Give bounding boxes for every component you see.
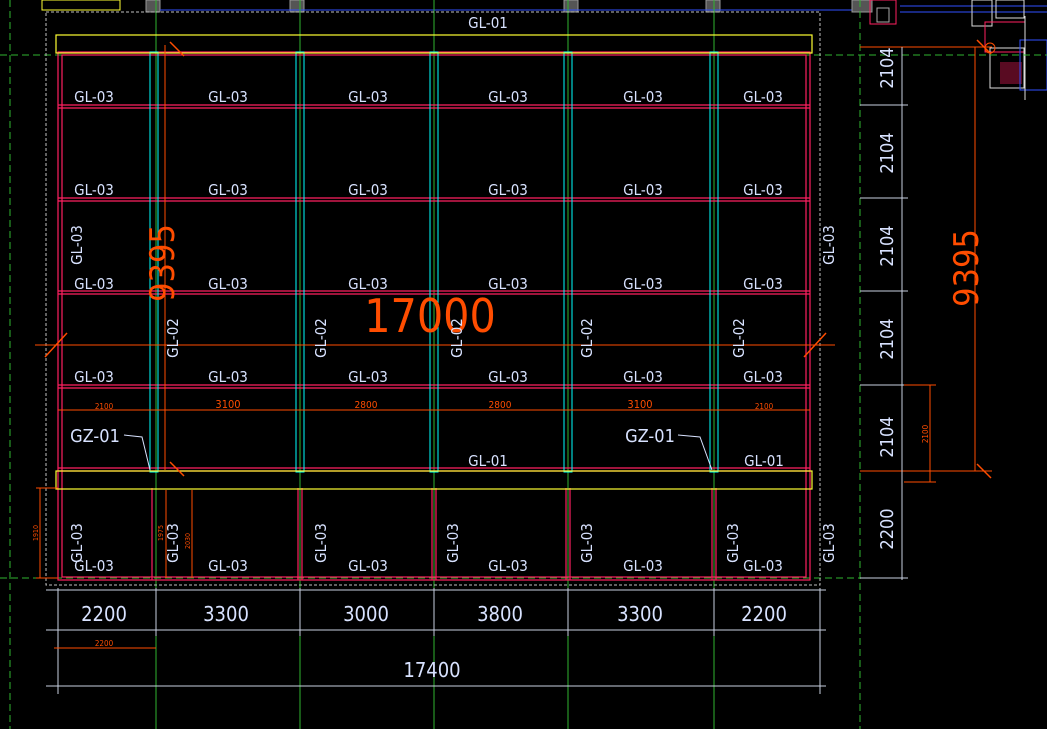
dim-9395-right: 9395 bbox=[947, 229, 987, 307]
right-row-dims: 2104 2104 2104 2104 2104 2200 2100 bbox=[860, 47, 936, 580]
svg-text:GL-03: GL-03 bbox=[488, 88, 528, 106]
svg-text:2100: 2100 bbox=[755, 402, 774, 411]
gz01-left: GZ-01 bbox=[70, 426, 151, 471]
svg-text:2800: 2800 bbox=[489, 400, 512, 411]
svg-text:GL-03: GL-03 bbox=[208, 557, 248, 575]
svg-text:1975: 1975 bbox=[157, 525, 165, 541]
svg-text:GL-03: GL-03 bbox=[348, 368, 388, 386]
bottom-bay-dims: 2200 3300 3000 3800 3300 2200 2200 17400 bbox=[46, 588, 826, 694]
svg-text:GL-03: GL-03 bbox=[348, 88, 388, 106]
svg-text:GL-03: GL-03 bbox=[623, 275, 663, 293]
svg-text:2104: 2104 bbox=[877, 225, 898, 266]
dim-9395-left: 9395 bbox=[143, 224, 183, 302]
svg-text:2200: 2200 bbox=[95, 639, 114, 648]
svg-text:GL-03: GL-03 bbox=[348, 557, 388, 575]
svg-text:GL-03: GL-03 bbox=[488, 368, 528, 386]
svg-text:GL-03: GL-03 bbox=[348, 181, 388, 199]
svg-text:GL-03: GL-03 bbox=[74, 368, 114, 386]
svg-text:GL-03: GL-03 bbox=[623, 557, 663, 575]
svg-text:GL-02: GL-02 bbox=[730, 318, 748, 358]
svg-text:GL-03: GL-03 bbox=[488, 557, 528, 575]
big-dim-17000: 17000 bbox=[364, 289, 496, 343]
svg-text:GL-03: GL-03 bbox=[68, 225, 86, 265]
svg-text:GL-03: GL-03 bbox=[68, 523, 86, 563]
svg-text:GL-02: GL-02 bbox=[164, 318, 182, 358]
svg-text:GL-03: GL-03 bbox=[312, 523, 330, 563]
svg-text:GL-03: GL-03 bbox=[724, 523, 742, 563]
svg-text:GL-02: GL-02 bbox=[312, 318, 330, 358]
svg-text:GL-03: GL-03 bbox=[208, 181, 248, 199]
svg-text:GL-03: GL-03 bbox=[743, 181, 783, 199]
svg-text:GL-03: GL-03 bbox=[488, 275, 528, 293]
svg-text:GL-03: GL-03 bbox=[820, 523, 838, 563]
svg-text:GL-03: GL-03 bbox=[208, 368, 248, 386]
svg-text:GL-03: GL-03 bbox=[74, 181, 114, 199]
svg-text:1910: 1910 bbox=[32, 525, 40, 541]
svg-text:GZ-01: GZ-01 bbox=[70, 426, 120, 447]
svg-text:GL-02: GL-02 bbox=[448, 318, 466, 358]
svg-text:2800: 2800 bbox=[355, 400, 378, 411]
drawing-canvas[interactable]: 17000 9395 9395 GL-01 GL-01 GL-01 GL-03 G… bbox=[0, 0, 1047, 729]
gl03-vertical-labels: GL-03 GL-03 GL-03 GL-03 GL-03 GL-03 GL-0… bbox=[68, 225, 838, 563]
svg-text:GL-03: GL-03 bbox=[623, 368, 663, 386]
grid-lines bbox=[0, 0, 1047, 729]
svg-text:GL-03: GL-03 bbox=[208, 275, 248, 293]
svg-text:2100: 2100 bbox=[95, 402, 114, 411]
svg-text:GL-03: GL-03 bbox=[578, 523, 596, 563]
svg-text:2104: 2104 bbox=[877, 416, 898, 457]
svg-text:2200: 2200 bbox=[877, 508, 898, 549]
svg-text:GL-03: GL-03 bbox=[348, 275, 388, 293]
label-gl01-bottom-right: GL-01 bbox=[744, 452, 784, 470]
svg-text:GL-03: GL-03 bbox=[743, 368, 783, 386]
svg-text:GL-03: GL-03 bbox=[164, 523, 182, 563]
svg-text:GL-03: GL-03 bbox=[74, 88, 114, 106]
gz01-right: GZ-01 bbox=[625, 426, 713, 471]
svg-text:GL-03: GL-03 bbox=[820, 225, 838, 265]
svg-text:GL-03: GL-03 bbox=[444, 523, 462, 563]
svg-text:3000: 3000 bbox=[343, 602, 389, 626]
svg-text:3800: 3800 bbox=[477, 602, 523, 626]
svg-text:2030: 2030 bbox=[184, 533, 192, 549]
svg-text:GL-03: GL-03 bbox=[743, 88, 783, 106]
svg-text:GL-03: GL-03 bbox=[488, 181, 528, 199]
top-edge-fragments bbox=[41, 0, 873, 13]
label-gl01-bottom: GL-01 bbox=[468, 452, 508, 470]
cad-viewport[interactable]: 17000 9395 9395 GL-01 GL-01 GL-01 GL-03 G… bbox=[0, 0, 1047, 729]
svg-text:GL-03: GL-03 bbox=[743, 557, 783, 575]
svg-text:3300: 3300 bbox=[203, 602, 249, 626]
svg-text:GL-02: GL-02 bbox=[578, 318, 596, 358]
svg-text:GZ-01: GZ-01 bbox=[625, 426, 675, 447]
svg-text:3100: 3100 bbox=[215, 398, 240, 411]
svg-text:2104: 2104 bbox=[877, 318, 898, 359]
svg-text:3300: 3300 bbox=[617, 602, 663, 626]
svg-text:3100: 3100 bbox=[627, 398, 652, 411]
svg-text:2200: 2200 bbox=[81, 602, 127, 626]
svg-text:GL-03: GL-03 bbox=[74, 275, 114, 293]
svg-text:2104: 2104 bbox=[877, 47, 898, 88]
svg-text:GL-03: GL-03 bbox=[623, 181, 663, 199]
svg-text:2100: 2100 bbox=[921, 424, 930, 443]
svg-text:GL-03: GL-03 bbox=[623, 88, 663, 106]
svg-text:GL-03: GL-03 bbox=[743, 275, 783, 293]
svg-text:GL-03: GL-03 bbox=[208, 88, 248, 106]
gl02-labels: GL-02 GL-02 GL-02 GL-02 GL-02 bbox=[164, 318, 748, 358]
label-gl01-top: GL-01 bbox=[468, 14, 508, 32]
svg-text:2200: 2200 bbox=[741, 602, 787, 626]
svg-text:2104: 2104 bbox=[877, 132, 898, 173]
svg-text:17400: 17400 bbox=[403, 658, 460, 682]
